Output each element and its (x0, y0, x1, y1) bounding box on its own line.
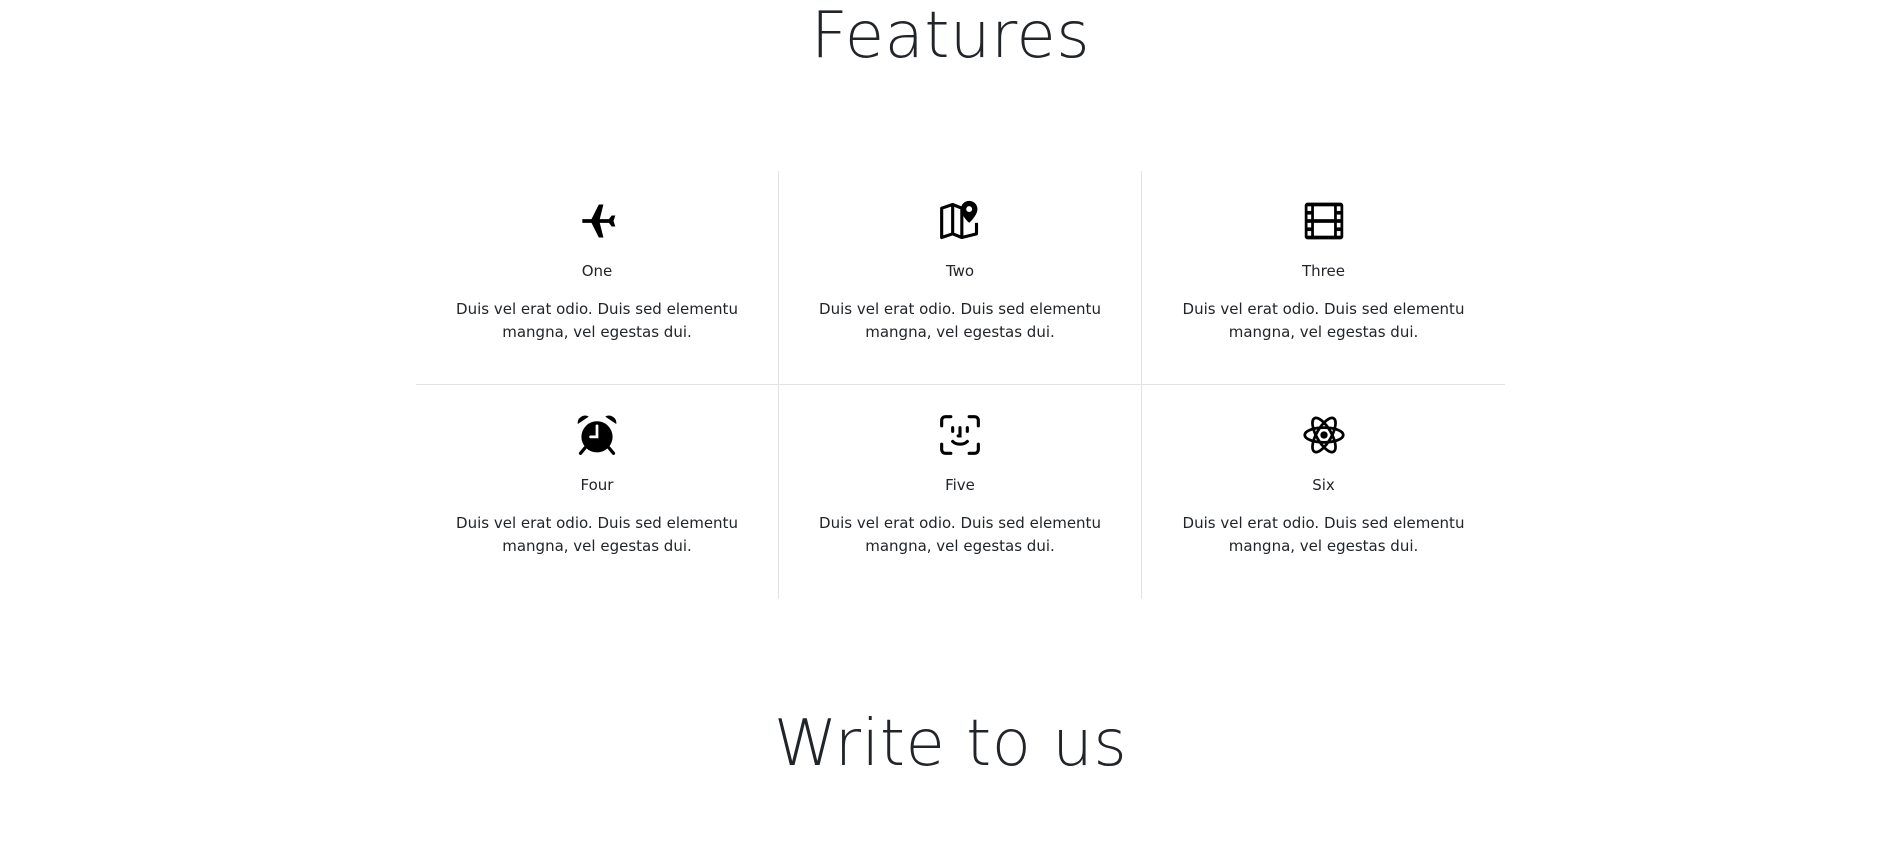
feature-description: Duis vel erat odio. Duis sed elementu ma… (456, 300, 738, 341)
map-pin-icon (779, 199, 1141, 243)
write-to-us-heading: Write to us (773, 707, 1128, 781)
feature-description: Duis vel erat odio. Duis sed elementu ma… (819, 514, 1101, 555)
feature-title: One (581, 262, 613, 280)
features-heading: Features (810, 0, 1091, 73)
feature-card-five: Five Duis vel erat odio. Duis sed elemen… (779, 385, 1142, 599)
feature-title: Three (1302, 262, 1345, 280)
feature-card-two: Two Duis vel erat odio. Duis sed element… (779, 171, 1142, 385)
feature-card-four: Four Duis vel erat odio. Duis sed elemen… (416, 385, 779, 599)
feature-title: Two (945, 262, 975, 280)
feature-description: Duis vel erat odio. Duis sed elementu ma… (456, 514, 738, 555)
feature-card-one: One Duis vel erat odio. Duis sed element… (416, 171, 779, 385)
feature-description: Duis vel erat odio. Duis sed elementu ma… (1182, 514, 1465, 555)
feature-card-three: Three Duis vel erat odio. Duis sed eleme… (1142, 171, 1505, 385)
feature-title: Six (1312, 476, 1335, 494)
atom-icon (1142, 413, 1505, 457)
face-id-icon (779, 413, 1141, 457)
feature-description: Duis vel erat odio. Duis sed elementu ma… (1182, 300, 1465, 341)
feature-description: Duis vel erat odio. Duis sed elementu ma… (819, 300, 1101, 341)
feature-title: Four (580, 476, 614, 494)
page: Features One Duis vel erat odio. Duis se… (0, 0, 1877, 856)
alarm-clock-icon (416, 413, 778, 457)
airplane-icon (416, 199, 778, 243)
features-grid: One Duis vel erat odio. Duis sed element… (416, 171, 1505, 599)
feature-card-six: Six Duis vel erat odio. Duis sed element… (1142, 385, 1505, 599)
feature-title: Five (945, 476, 975, 494)
film-icon (1142, 199, 1505, 243)
